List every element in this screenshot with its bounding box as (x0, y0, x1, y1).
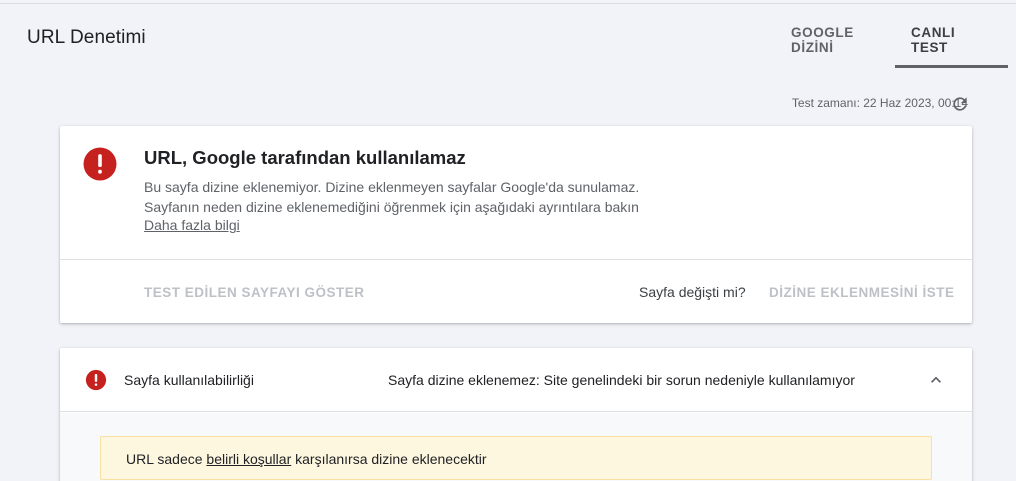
tab-live-test[interactable]: CANLI TEST (895, 14, 1008, 68)
availability-details: URL sadece belirli koşullar karşılanırsa… (60, 413, 972, 481)
availability-label: Sayfa kullanılabilirliği (124, 372, 254, 388)
tab-google-index[interactable]: GOOGLE DİZİNİ (775, 14, 895, 66)
error-icon (83, 147, 117, 181)
chevron-up-icon[interactable] (926, 370, 946, 390)
notice-text: URL sadece belirli koşullar karşılanırsa… (126, 451, 487, 467)
status-card: URL, Google tarafından kullanılamaz Bu s… (60, 126, 972, 323)
error-icon (85, 369, 107, 391)
notice-post: karşılanırsa dizine eklenecektir (291, 451, 487, 467)
availability-status: Sayfa dizine eklenemez: Site genelindeki… (388, 372, 855, 388)
top-divider (0, 3, 1016, 4)
page-changed-question: Sayfa değişti mi? (639, 284, 746, 300)
test-time-label: Test zamanı: 22 Haz 2023, 00:14 (791, 96, 968, 110)
status-title: URL, Google tarafından kullanılamaz (144, 147, 466, 168)
availability-card: Sayfa kullanılabilirliği Sayfa dizine ek… (60, 348, 972, 481)
specific-conditions-link[interactable]: belirli koşullar (206, 451, 291, 467)
refresh-icon[interactable] (950, 94, 970, 114)
page-title: URL Denetimi (27, 27, 146, 48)
status-line-2: Sayfanın neden dizine eklenemediğini öğr… (144, 199, 639, 215)
conditions-notice: URL sadece belirli koşullar karşılanırsa… (100, 436, 932, 480)
tab-bar: GOOGLE DİZİNİ CANLI TEST (775, 14, 1008, 68)
status-description: Bu sayfa dizine eklenemiyor. Dizine ekle… (144, 177, 639, 217)
card-divider (60, 259, 972, 260)
status-line-1: Bu sayfa dizine eklenemiyor. Dizine ekle… (144, 179, 640, 195)
availability-row[interactable]: Sayfa kullanılabilirliği Sayfa dizine ek… (60, 348, 972, 412)
notice-pre: URL sadece (126, 451, 207, 467)
request-indexing-button[interactable]: DİZİNE EKLENMESİNİ İSTE (769, 285, 955, 300)
learn-more-link[interactable]: Daha fazla bilgi (144, 217, 240, 233)
show-tested-page-button[interactable]: TEST EDİLEN SAYFAYI GÖSTER (144, 285, 365, 300)
url-inspection-page: URL Denetimi GOOGLE DİZİNİ CANLI TEST Te… (0, 0, 1016, 481)
